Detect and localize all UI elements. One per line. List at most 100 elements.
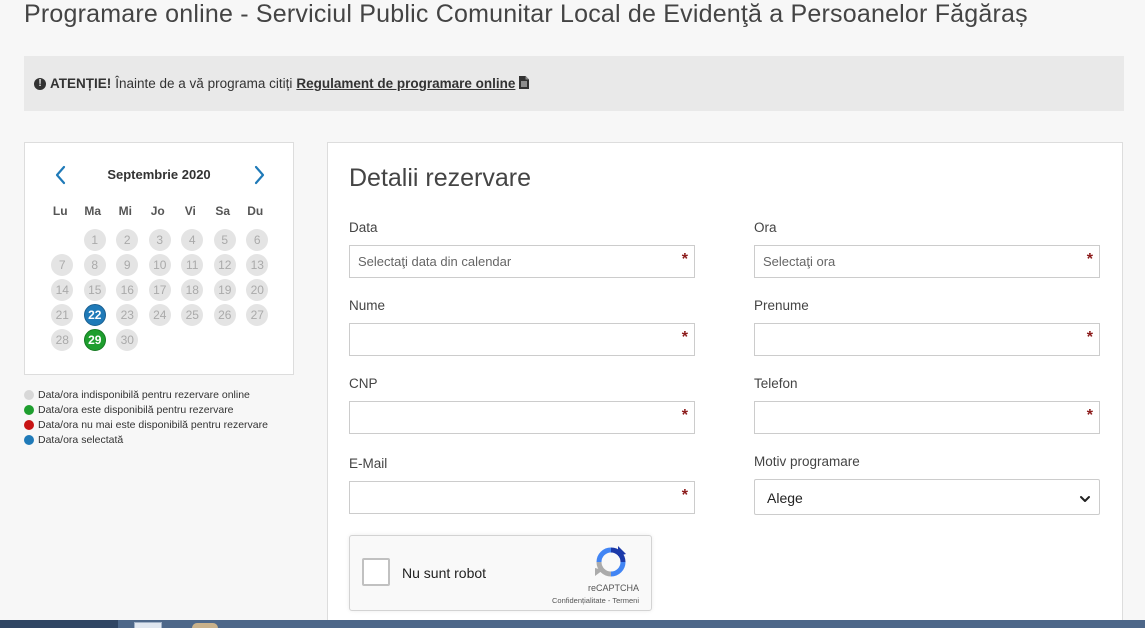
- calendar-day-unavailable: 24: [144, 302, 177, 327]
- page-title: Programare online - Serviciul Public Com…: [24, 0, 1028, 28]
- calendar-day-number: 21: [51, 303, 74, 326]
- weekday-label: Du: [247, 204, 264, 218]
- email-label: E-Mail: [349, 456, 388, 471]
- taskbar-app-button[interactable]: [134, 622, 162, 628]
- calendar-empty-cell: [144, 327, 177, 352]
- calendar-day-number: 23: [116, 303, 139, 326]
- calendar-day-number: 30: [116, 328, 139, 351]
- calendar-day-unavailable: 12: [209, 252, 242, 277]
- prenume-label: Prenume: [754, 298, 809, 313]
- calendar-grid: 1 2 3 4 5 6 7 8 9 10 11 12 13 14 15 16 17 18 19 20 21 22 23 24 2…: [46, 227, 274, 352]
- ora-label: Ora: [754, 220, 777, 235]
- calendar-day-number: 28: [51, 328, 74, 351]
- legend-dot-icon: [24, 389, 34, 400]
- calendar-empty-cell: [209, 327, 242, 352]
- ora-placeholder: Selectaţi ora: [763, 254, 836, 269]
- calendar-day-number: 16: [116, 278, 139, 301]
- calendar-day-number: 10: [148, 253, 171, 276]
- calendar-day-number: 7: [51, 253, 74, 276]
- calendar-day-unavailable: 10: [144, 252, 177, 277]
- recaptcha-label: Nu sunt robot: [402, 565, 487, 581]
- nume-label: Nume: [349, 298, 386, 313]
- calendar-day-number: 14: [51, 278, 74, 301]
- calendar-week: 123456: [46, 227, 274, 252]
- taskbar-start[interactable]: [0, 620, 118, 628]
- regulament-link[interactable]: Regulament de programare online: [296, 76, 515, 91]
- nume-field[interactable]: *: [349, 323, 695, 356]
- telefon-label: Telefon: [754, 376, 798, 391]
- legend-dot-icon: [24, 404, 34, 415]
- calendar: Septembrie 2020 Lu Ma Mi Jo Vi Sa Du 123…: [24, 142, 294, 375]
- ora-field[interactable]: Selectaţi ora *: [754, 245, 1100, 278]
- alert-text: Înainte de a vă programa citiți: [115, 76, 293, 91]
- calendar-day-unavailable: 13: [241, 252, 274, 277]
- motiv-select[interactable]: Alege: [754, 479, 1100, 515]
- calendar-day-unavailable: 16: [111, 277, 144, 302]
- calendar-day-number: 19: [213, 278, 236, 301]
- data-field[interactable]: Selectaţi data din calendar *: [349, 245, 695, 278]
- calendar-day-number: 20: [246, 278, 269, 301]
- reservation-panel: Detalii rezervare Data Selectaţi data di…: [327, 142, 1123, 628]
- weekday-label: Mi: [118, 204, 132, 218]
- taskbar-app-button[interactable]: [192, 623, 218, 628]
- calendar-day-number: 12: [213, 253, 236, 276]
- prenume-field[interactable]: *: [754, 323, 1100, 356]
- calendar-day-selected[interactable]: 22: [79, 302, 112, 327]
- calendar-day-number: 17: [148, 278, 171, 301]
- chevron-down-icon: [1079, 492, 1091, 510]
- exclamation-circle-icon: !: [34, 77, 46, 90]
- calendar-header: Septembrie 2020: [25, 163, 293, 187]
- legend-item: Data/ora nu mai este disponibilă pentru …: [24, 417, 268, 432]
- calendar-day-unavailable: 21: [46, 302, 79, 327]
- calendar-day-number: 18: [181, 278, 204, 301]
- calendar-week: 28 29 30: [46, 327, 274, 352]
- calendar-day-number: 24: [148, 303, 171, 326]
- calendar-day-number: 5: [213, 228, 236, 251]
- weekday-label: Vi: [184, 204, 196, 218]
- calendar-day-unavailable: 28: [46, 327, 79, 352]
- calendar-day-unavailable: 27: [241, 302, 274, 327]
- recaptcha-terms-link[interactable]: Confidențialitate - Termeni: [552, 596, 639, 605]
- calendar-day-number: 22: [83, 303, 106, 326]
- calendar-week: 7 8 9 10 11 12 13: [46, 252, 274, 277]
- calendar-day-unavailable: 15: [79, 277, 112, 302]
- recaptcha-checkbox[interactable]: [362, 558, 390, 586]
- data-label: Data: [349, 220, 378, 235]
- legend-text: Data/ora nu mai este disponibilă pentru …: [38, 418, 268, 431]
- chevron-left-icon[interactable]: [49, 163, 73, 187]
- telefon-field[interactable]: *: [754, 401, 1100, 434]
- calendar-day-unavailable: 30: [111, 327, 144, 352]
- calendar-day-unavailable: 6: [241, 227, 274, 252]
- panel-title: Detalii rezervare: [349, 164, 532, 192]
- calendar-day-number: 11: [181, 253, 204, 276]
- required-mark: *: [1086, 329, 1093, 346]
- calendar-empty-cell: [176, 327, 209, 352]
- calendar-day-available[interactable]: 29: [79, 327, 112, 352]
- calendar-week: 21 22 23 24 25 26 27: [46, 302, 274, 327]
- calendar-day-unavailable: 9: [111, 252, 144, 277]
- calendar-week: 14 15 16 17 18 19 20: [46, 277, 274, 302]
- calendar-day-number: 13: [246, 253, 269, 276]
- calendar-day-number: 15: [83, 278, 106, 301]
- calendar-day-unavailable: 17: [144, 277, 177, 302]
- calendar-day-number: 29: [83, 328, 106, 351]
- calendar-day-unavailable: 20: [241, 277, 274, 302]
- required-mark: *: [1086, 251, 1093, 268]
- calendar-day-number: 6: [246, 228, 269, 251]
- document-icon[interactable]: [519, 75, 530, 92]
- legend-dot-icon: [24, 434, 34, 445]
- weekday-label: Sa: [215, 204, 231, 218]
- data-placeholder: Selectaţi data din calendar: [358, 254, 512, 269]
- email-field[interactable]: *: [349, 481, 695, 514]
- legend-item: Data/ora selectată: [24, 432, 268, 447]
- legend-dot-icon: [24, 419, 34, 430]
- cnp-field[interactable]: *: [349, 401, 695, 434]
- taskbar: [0, 620, 1145, 628]
- calendar-empty-cell: [46, 227, 79, 252]
- required-mark: *: [1086, 407, 1093, 424]
- chevron-right-icon[interactable]: [247, 163, 271, 187]
- required-mark: *: [681, 251, 688, 268]
- weekday-label: Ma: [84, 204, 102, 218]
- calendar-day-unavailable: 2: [111, 227, 144, 252]
- calendar-day-number: 3: [148, 228, 171, 251]
